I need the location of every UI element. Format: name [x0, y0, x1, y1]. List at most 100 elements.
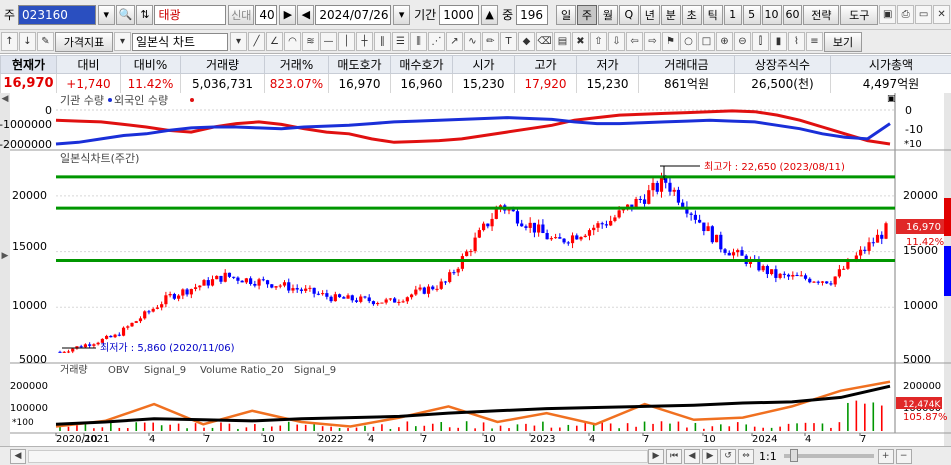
expand-arrow-icon[interactable]: ▶: [2, 251, 9, 261]
window-icon[interactable]: ▭: [915, 5, 933, 24]
search-icon[interactable]: 🔍: [115, 4, 136, 25]
nav-up-icon[interactable]: ⇧: [590, 32, 607, 51]
print-icon[interactable]: ⎙: [897, 5, 915, 24]
stock-name-field[interactable]: 태광: [154, 4, 227, 25]
candle-icon[interactable]: ⫿: [752, 32, 769, 51]
interval-10[interactable]: 10: [761, 4, 782, 25]
date-dropdown-button[interactable]: ▾: [393, 4, 411, 25]
prev-page-icon[interactable]: ◀: [684, 448, 700, 464]
zoom-slider[interactable]: [783, 449, 874, 462]
interval-month[interactable]: 월: [597, 4, 618, 25]
view-button[interactable]: 보기: [824, 31, 862, 52]
flag-icon[interactable]: ⚑: [662, 32, 679, 51]
volume-bar: [203, 427, 205, 431]
save-icon[interactable]: ▣: [879, 5, 897, 24]
pencil-icon[interactable]: ✏: [482, 32, 499, 51]
candle: [236, 277, 240, 281]
cycle-icon[interactable]: ∿: [464, 32, 481, 51]
square-icon[interactable]: □: [698, 32, 715, 51]
eraser-icon[interactable]: ⌫: [536, 32, 553, 51]
interval-1[interactable]: 1: [723, 4, 742, 25]
quote-value-row: 16,970 +1,740 11.42% 5,036,731 823.07% 1…: [0, 73, 951, 94]
channel-icon[interactable]: ∥: [374, 32, 391, 51]
chart-type-select[interactable]: 일본식 차트: [132, 32, 228, 51]
play-icon[interactable]: ▶: [279, 4, 297, 25]
gann-icon[interactable]: ⋰: [428, 32, 445, 51]
arrow-up-icon[interactable]: ↑: [1, 32, 18, 51]
indicator-button[interactable]: 가격지표: [55, 31, 113, 52]
scroll-track[interactable]: [28, 449, 648, 463]
fibo-time-icon[interactable]: ⫼: [410, 32, 427, 51]
volume-bar: [618, 428, 620, 431]
period-up-button[interactable]: ▲: [481, 4, 499, 25]
candle: [541, 224, 545, 234]
interval-minute[interactable]: 분: [660, 4, 681, 25]
trendline-icon[interactable]: ╱: [248, 32, 265, 51]
first-page-icon[interactable]: ⏮: [666, 448, 682, 464]
x-tick: 4: [149, 434, 155, 445]
next-page-icon[interactable]: ▶: [702, 448, 718, 464]
interval-quarter[interactable]: Q: [618, 4, 639, 25]
zoom-out-small-icon[interactable]: −: [895, 448, 912, 464]
stock-chart[interactable]: ◀ ▶ 기관 수량 외국인 수량 0 -1000000 -2000000 0 -…: [0, 93, 951, 448]
edit-icon[interactable]: ✎: [37, 32, 54, 51]
mid-input[interactable]: 196: [516, 4, 549, 25]
line-chart-icon[interactable]: ⌇: [788, 32, 805, 51]
tools-button[interactable]: 도구: [840, 4, 879, 25]
marker-icon[interactable]: ◆: [518, 32, 535, 51]
nav-right-icon[interactable]: ⇨: [644, 32, 661, 51]
zoom-reset-icon[interactable]: ↺: [720, 448, 736, 464]
interval-year[interactable]: 년: [639, 4, 660, 25]
close-icon[interactable]: ✕: [933, 5, 951, 24]
angle-icon[interactable]: ∠: [266, 32, 283, 51]
interval-week[interactable]: 주: [576, 4, 597, 25]
volume-bar: [160, 425, 163, 431]
clipboard-icon[interactable]: ▤: [554, 32, 571, 51]
interval-tick[interactable]: 틱: [702, 4, 723, 25]
interval-60[interactable]: 60: [782, 4, 803, 25]
bottom-scrollbar[interactable]: ◀ ▶ ⏮ ◀ ▶ ↺ ⇔ 1:1 + −: [0, 446, 951, 465]
price-tick: 10000: [12, 299, 47, 312]
vertical-line-icon[interactable]: │: [338, 32, 355, 51]
strategy-button[interactable]: 전략: [803, 4, 840, 25]
nav-left-icon[interactable]: ⇦: [626, 32, 643, 51]
zoom-out-icon[interactable]: ⊖: [734, 32, 751, 51]
new-button[interactable]: 신대: [228, 4, 255, 25]
interval-day[interactable]: 일: [556, 4, 576, 25]
interval-5[interactable]: 5: [742, 4, 761, 25]
back-icon[interactable]: ◀: [297, 4, 315, 25]
horizontal-line-icon[interactable]: —: [320, 32, 337, 51]
zoom-in-small-icon[interactable]: +: [877, 448, 894, 464]
expand-icon[interactable]: ⇔: [738, 448, 754, 464]
arc-icon[interactable]: ◠: [284, 32, 301, 51]
collapse-arrow-icon[interactable]: ◀: [2, 94, 9, 104]
text-icon[interactable]: T: [500, 32, 517, 51]
sort-icon[interactable]: ⇅: [136, 4, 154, 25]
period-input[interactable]: 1000: [439, 4, 480, 25]
bar-icon[interactable]: ▮: [770, 32, 787, 51]
fibo-icon[interactable]: ☰: [392, 32, 409, 51]
stock-code-input[interactable]: 023160: [18, 4, 96, 25]
pane-menu-icon[interactable]: ▣: [887, 94, 896, 104]
date-field[interactable]: 2024/07/26: [315, 4, 392, 25]
candle: [761, 266, 765, 271]
code-dropdown-button[interactable]: ▾: [97, 4, 115, 25]
circle-icon[interactable]: ○: [680, 32, 697, 51]
scale-icon[interactable]: ≡: [806, 32, 823, 51]
candle: [858, 249, 863, 256]
candle: [384, 299, 388, 303]
delete-all-icon[interactable]: ✖: [572, 32, 589, 51]
scroll-left-icon[interactable]: ◀: [10, 448, 26, 464]
cross-line-icon[interactable]: ┼: [356, 32, 373, 51]
nav-down-icon[interactable]: ⇩: [608, 32, 625, 51]
volume-bar: [237, 428, 239, 431]
indicator-dropdown-icon[interactable]: ▾: [114, 32, 131, 51]
chart-type-dropdown-icon[interactable]: ▾: [230, 32, 247, 51]
ray-icon[interactable]: ↗: [446, 32, 463, 51]
scroll-right-icon[interactable]: ▶: [648, 448, 664, 464]
interval-second[interactable]: 초: [681, 4, 702, 25]
fan-icon[interactable]: ≋: [302, 32, 319, 51]
zoom-in-icon[interactable]: ⊕: [716, 32, 733, 51]
period-count-field[interactable]: 40: [255, 4, 278, 25]
arrow-down-icon[interactable]: ↓: [19, 32, 36, 51]
